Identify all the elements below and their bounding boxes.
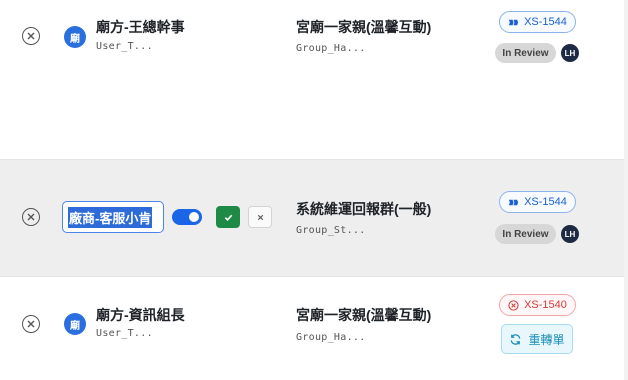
user-id: User_T... (96, 41, 153, 52)
close-icon (27, 213, 35, 221)
status-badge: In Review (495, 224, 556, 244)
scrollbar[interactable] (624, 0, 628, 380)
group-id: Group_St... (296, 225, 366, 236)
remove-row-button[interactable] (22, 27, 40, 45)
ticket-link[interactable]: XS-1544 (499, 11, 576, 33)
user-id: User_T... (96, 328, 153, 339)
retransfer-button[interactable]: 重轉單 (501, 324, 573, 354)
group-name: 宮廟一家親(溫馨互動) (296, 307, 432, 323)
confirm-button[interactable] (216, 206, 240, 228)
close-icon (27, 32, 35, 40)
selected-text: 廠商-客服小肯 (68, 206, 153, 228)
avatar: 廟 (64, 26, 86, 48)
member-name-input[interactable]: 廠商-客服小肯 (62, 201, 164, 233)
retransfer-label: 重轉單 (528, 332, 565, 347)
cancel-button[interactable] (248, 206, 272, 228)
member-name: 廟方-資訊組長 (96, 307, 185, 323)
assignee-avatar: LH (561, 44, 579, 62)
jira-icon (509, 199, 519, 205)
toggle-knob (189, 212, 199, 222)
assignee-avatar: LH (561, 225, 579, 243)
enabled-toggle[interactable] (172, 209, 202, 225)
group-id: Group_Ha... (296, 332, 366, 343)
jira-icon (509, 19, 519, 25)
group-name: 系統維運回報群(一般) (296, 201, 432, 217)
group-name: 宮廟一家親(溫馨互動) (296, 19, 432, 35)
ticket-link-error[interactable]: XS-1540 (499, 294, 576, 316)
refresh-icon (511, 333, 521, 345)
remove-row-button[interactable] (22, 208, 40, 226)
group-id: Group_Ha... (296, 43, 366, 54)
ticket-id: XS-1540 (524, 299, 567, 311)
row-divider (0, 276, 624, 277)
x-icon (257, 214, 263, 220)
close-icon (27, 320, 35, 328)
error-circle-icon (508, 299, 519, 311)
member-name: 廟方-王總幹事 (96, 19, 185, 35)
check-icon (224, 214, 232, 221)
remove-row-button[interactable] (22, 315, 40, 333)
ticket-id: XS-1544 (524, 16, 567, 28)
status-badge: In Review (495, 43, 556, 63)
table-row: 廟 廟方-王總幹事 User_T... 宮廟一家親(溫馨互動) Group_Ha… (0, 0, 624, 160)
ticket-id: XS-1544 (524, 196, 567, 208)
ticket-link[interactable]: XS-1544 (499, 191, 576, 213)
avatar: 廟 (64, 313, 86, 335)
